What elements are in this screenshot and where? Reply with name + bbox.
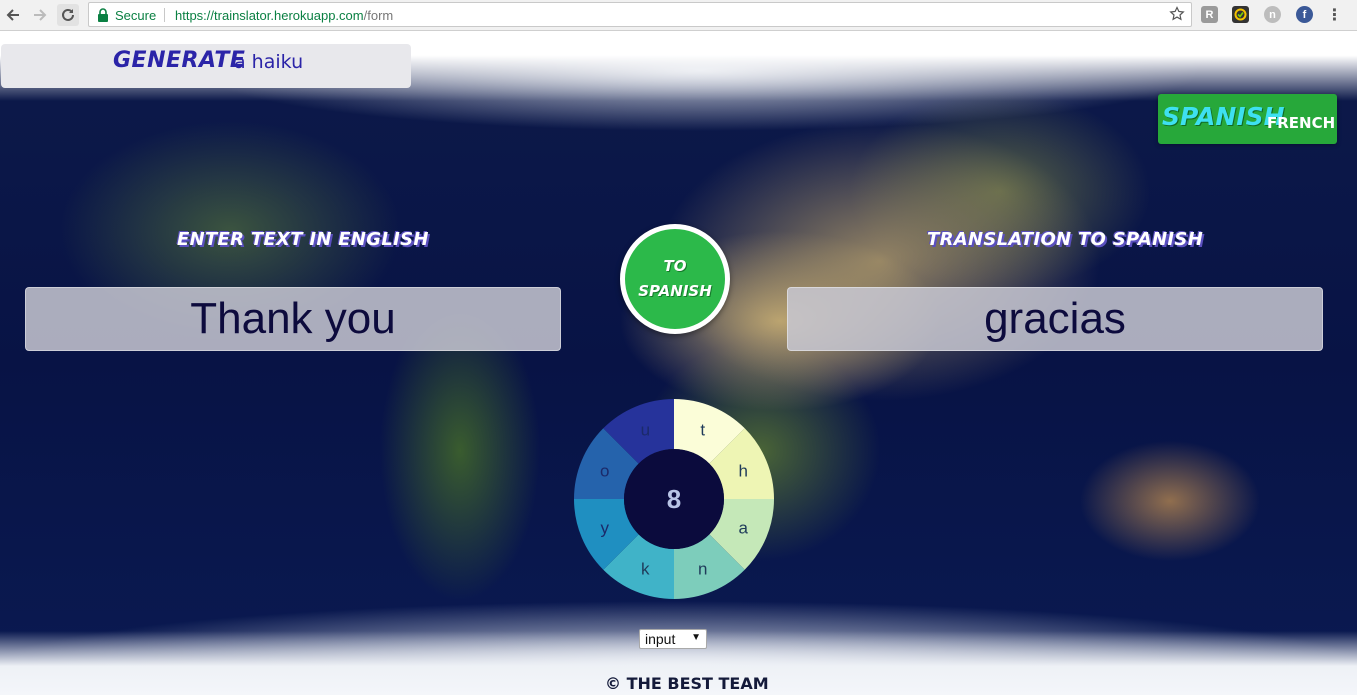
url-path: /form bbox=[363, 8, 394, 23]
translate-label-line1: TO bbox=[663, 257, 687, 275]
translator-page: GENERATE a haiku SPANISH FRENCH ENTER TE… bbox=[0, 31, 1357, 695]
wheel-count: 8 bbox=[667, 484, 681, 514]
address-bar[interactable]: Secure https://trainslator.herokuapp.com… bbox=[88, 2, 1192, 27]
translate-label-line2: SPANISH bbox=[638, 282, 712, 300]
reload-button[interactable] bbox=[57, 4, 79, 26]
url-text: https://trainslator.herokuapp.com/form bbox=[175, 8, 393, 23]
facebook-icon[interactable]: f bbox=[1296, 6, 1313, 23]
url-host: https://trainslator.herokuapp.com bbox=[175, 8, 364, 23]
forward-button[interactable] bbox=[29, 4, 51, 26]
wheel-letter: o bbox=[600, 461, 609, 480]
wheel-letter: k bbox=[641, 559, 650, 578]
generate-haiku-button[interactable]: GENERATE a haiku bbox=[1, 44, 411, 88]
wheel-letter: n bbox=[698, 559, 707, 578]
generate-label: GENERATE bbox=[113, 48, 246, 73]
haiku-label: a haiku bbox=[234, 51, 304, 73]
menu-dots-icon[interactable]: ⋮ bbox=[1326, 6, 1343, 24]
extension-check-icon[interactable] bbox=[1232, 6, 1249, 23]
extension-grey-icon[interactable]: n bbox=[1264, 6, 1281, 23]
language-toggle[interactable]: SPANISH FRENCH bbox=[1158, 94, 1337, 144]
lock-icon bbox=[98, 8, 108, 22]
arrow-right-icon bbox=[34, 9, 47, 21]
footer-credit: © THE BEST TEAM bbox=[605, 674, 769, 693]
browser-toolbar: Secure https://trainslator.herokuapp.com… bbox=[0, 0, 1357, 31]
language-french[interactable]: FRENCH bbox=[1267, 114, 1335, 132]
letter-wheel-chart: t h a n k y o u 8 bbox=[574, 399, 774, 599]
mode-select-value: input bbox=[645, 631, 676, 647]
wheel-letter: u bbox=[641, 421, 650, 440]
address-divider bbox=[164, 8, 165, 22]
wheel-letter: a bbox=[739, 519, 749, 538]
wheel-letter: t bbox=[700, 421, 705, 440]
spanish-output: gracias bbox=[787, 287, 1323, 351]
wheel-letter: h bbox=[739, 461, 748, 480]
secure-label: Secure bbox=[115, 8, 157, 23]
dropdown-arrow-icon: ▼ bbox=[691, 632, 701, 643]
bookmark-star-icon[interactable] bbox=[1169, 6, 1185, 22]
wheel-letter: y bbox=[600, 519, 609, 538]
back-button[interactable] bbox=[2, 4, 24, 26]
input-heading: ENTER TEXT IN ENGLISH bbox=[177, 229, 429, 250]
reload-icon bbox=[62, 8, 74, 21]
english-input[interactable]: Thank you bbox=[25, 287, 561, 351]
output-heading: TRANSLATION TO SPANISH bbox=[927, 229, 1204, 250]
arrow-left-icon bbox=[6, 9, 19, 21]
translate-button[interactable]: TO SPANISH bbox=[620, 224, 730, 334]
extension-r-icon[interactable]: R bbox=[1201, 6, 1218, 23]
mode-select[interactable]: input ▼ bbox=[639, 629, 707, 649]
